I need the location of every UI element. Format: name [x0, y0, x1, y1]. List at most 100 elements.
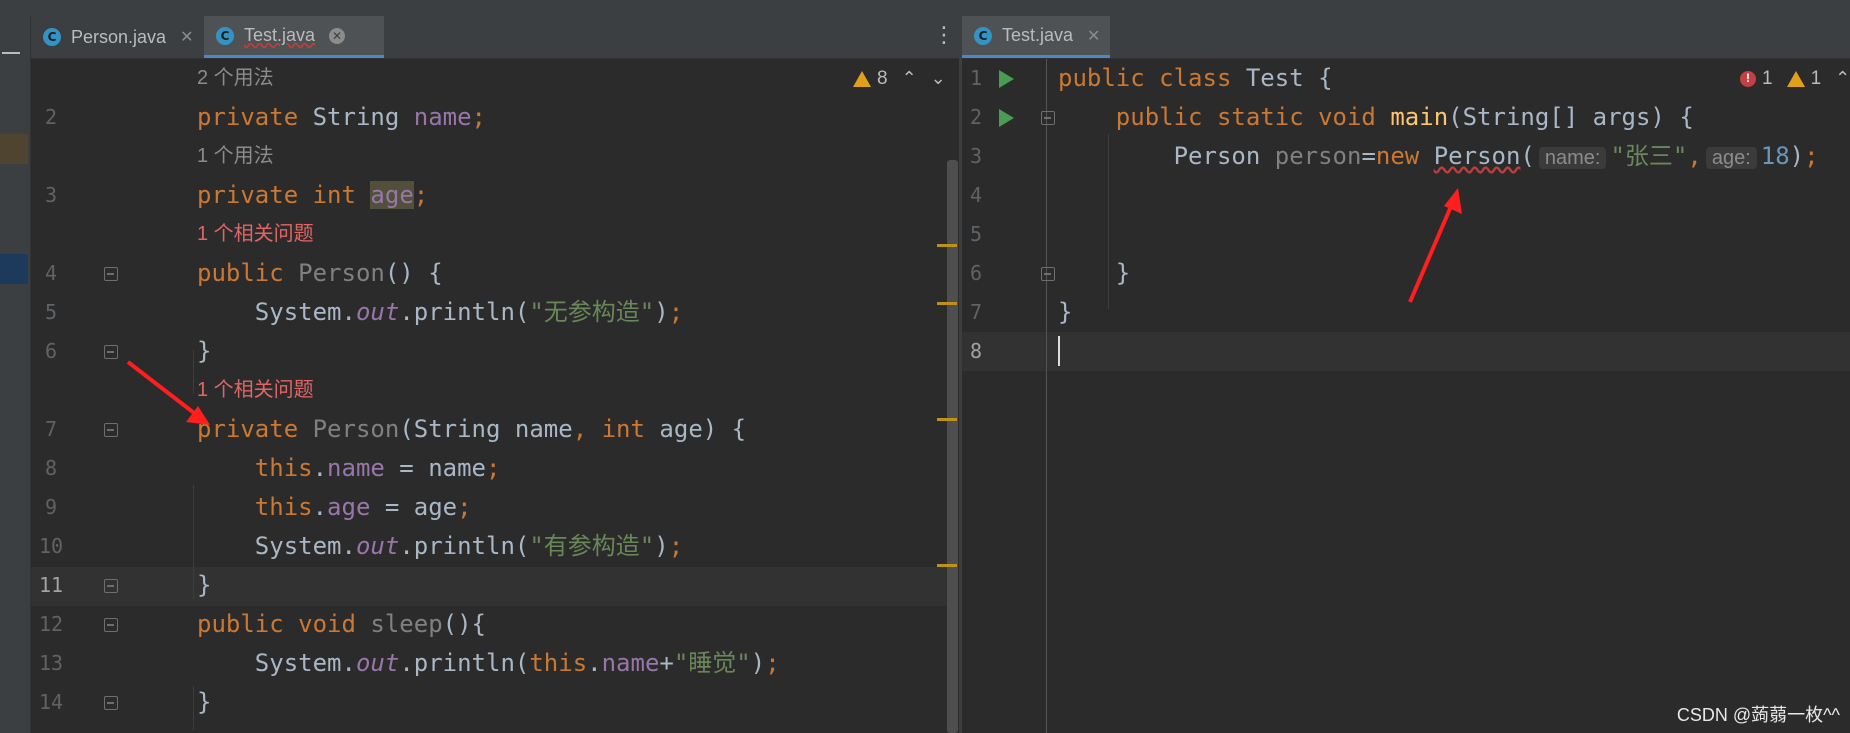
java-class-icon: C	[974, 26, 992, 45]
fold-icon[interactable]	[1041, 267, 1055, 281]
chevron-down-icon[interactable]: ⌄	[931, 59, 946, 98]
code-line: 5	[962, 215, 1850, 254]
left-tool-strip	[0, 16, 31, 733]
line-number: 4	[45, 261, 58, 285]
code-line: 6 }	[962, 254, 1850, 293]
run-icon[interactable]	[999, 109, 1014, 127]
line-number: 7	[45, 417, 58, 441]
code-line: 1 个用法	[31, 137, 947, 176]
inspection-widget[interactable]: 8 ⌃ ⌄	[853, 59, 946, 98]
related-problem-hint[interactable]: 1 个相关问题	[197, 215, 314, 254]
code-line: 2 private String name;	[31, 98, 947, 137]
line-number: 3	[970, 144, 983, 168]
close-icon[interactable]: ✕	[1087, 26, 1100, 46]
line-number: 6	[970, 261, 983, 285]
code-line: 1 个相关问题	[31, 215, 947, 254]
line-number: 1	[970, 66, 983, 90]
scroll-marker[interactable]	[937, 418, 957, 421]
editor-test-java[interactable]: 1 public class Test { ! 1 1 ⌃ 2 public s…	[962, 59, 1850, 733]
right-tab-bar: C Test.java ✕	[962, 16, 1850, 59]
code-line: 12 public void sleep(){	[31, 605, 947, 644]
inspection-widget[interactable]: ! 1 1 ⌃	[1740, 59, 1850, 98]
code-text: }	[1058, 298, 1073, 326]
editor-person-java[interactable]: 2 个用法 8 ⌃ ⌄ 2 private String name; 1 个用法…	[31, 59, 947, 733]
usage-hint[interactable]: 1 个用法	[197, 137, 274, 176]
line-number: 13	[39, 651, 64, 675]
fold-icon[interactable]	[1041, 111, 1055, 125]
warning-icon	[853, 70, 871, 87]
code-text: this.name = name;	[254, 454, 501, 482]
java-class-icon: C	[216, 26, 234, 45]
warnings-count: 1	[1810, 68, 1822, 89]
line-number: 12	[39, 612, 64, 636]
code-text: System.out.println(this.name+"睡觉");	[197, 649, 780, 677]
code-line: 9 this.age = age;	[31, 488, 947, 527]
tab-person-java[interactable]: C Person.java ✕	[31, 16, 203, 58]
code-text: Person person=new Person(name: "张三", age: 1…	[1058, 142, 1819, 170]
watermark: CSDN @蒟蒻一枚^^	[1676, 705, 1840, 725]
scroll-marker[interactable]	[937, 302, 957, 305]
param-hint-name: name:	[1538, 147, 1607, 169]
close-icon[interactable]: ✕	[180, 27, 193, 47]
code-text: private int age;	[197, 181, 429, 209]
line-number: 7	[970, 300, 983, 324]
code-line: 2 public static void main(String[] args)…	[962, 98, 1850, 137]
chevron-up-icon[interactable]: ⌃	[902, 59, 917, 98]
warning-icon	[1786, 70, 1805, 87]
code-line: 4	[962, 176, 1850, 215]
code-line: 3 Person person=new Person(name: "张三", age…	[962, 137, 1850, 176]
code-text: }	[1058, 259, 1131, 287]
fold-icon[interactable]	[104, 423, 118, 437]
fold-icon[interactable]	[104, 267, 118, 281]
code-line: 4 public Person() {	[31, 254, 947, 293]
tool-strip-marker	[0, 134, 28, 164]
line-number: 10	[39, 534, 64, 558]
java-class-icon: C	[43, 28, 61, 46]
code-text: }	[197, 688, 212, 716]
code-text: private String name;	[197, 103, 486, 131]
fold-icon[interactable]	[104, 579, 118, 593]
warnings-count: 8	[877, 68, 888, 89]
close-icon[interactable]: ✕	[329, 27, 346, 44]
code-line: 10 System.out.println("有参构造");	[31, 527, 947, 566]
line-number: 14	[39, 690, 64, 714]
code-line: 3 private int age;	[31, 176, 947, 215]
tab-label: Person.java	[71, 26, 167, 47]
chevron-up-icon[interactable]: ⌃	[1835, 59, 1850, 98]
tab-test-java[interactable]: C Test.java ✕	[204, 16, 384, 58]
related-problem-hint[interactable]: 1 个相关问题	[197, 371, 314, 410]
line-number: 5	[970, 222, 983, 246]
fold-icon[interactable]	[104, 345, 118, 359]
code-line: 8 this.name = name;	[31, 449, 947, 488]
code-text: System.out.println("有参构造");	[197, 532, 684, 560]
scroll-marker[interactable]	[937, 244, 957, 247]
tab-label: Test.java	[244, 25, 316, 45]
usage-hint[interactable]: 2 个用法	[197, 59, 274, 98]
fold-icon[interactable]	[104, 696, 118, 710]
more-options-icon[interactable]: ⋮	[933, 16, 955, 58]
line-number: 11	[39, 573, 64, 597]
code-text: this.age = age;	[254, 493, 472, 521]
line-number: 6	[45, 339, 58, 363]
line-number: 4	[970, 183, 983, 207]
minimize-icon[interactable]	[2, 52, 20, 54]
code-line: 1 public class Test { ! 1 1 ⌃	[962, 59, 1850, 98]
line-number: 5	[45, 300, 58, 324]
line-number: 2	[45, 105, 58, 129]
run-icon[interactable]	[999, 70, 1014, 88]
tab-label: Test.java	[1002, 25, 1074, 45]
line-number: 3	[45, 183, 58, 207]
top-toolbar	[0, 0, 1850, 16]
code-text: public class Test {	[1058, 64, 1333, 92]
code-line: 6 }	[31, 332, 947, 371]
code-text: public Person() {	[197, 259, 443, 287]
tool-strip-marker-selected[interactable]	[0, 254, 28, 284]
fold-icon[interactable]	[104, 618, 118, 632]
tab-test-java-right[interactable]: C Test.java ✕	[962, 16, 1110, 58]
line-number: 2	[970, 105, 983, 129]
errors-count: 1	[1762, 68, 1773, 89]
code-line: 2 个用法 8 ⌃ ⌄	[31, 59, 947, 98]
code-text: public void sleep(){	[197, 610, 487, 638]
scroll-marker[interactable]	[937, 564, 957, 567]
code-text: public static void main(String[] args) {	[1115, 103, 1694, 131]
